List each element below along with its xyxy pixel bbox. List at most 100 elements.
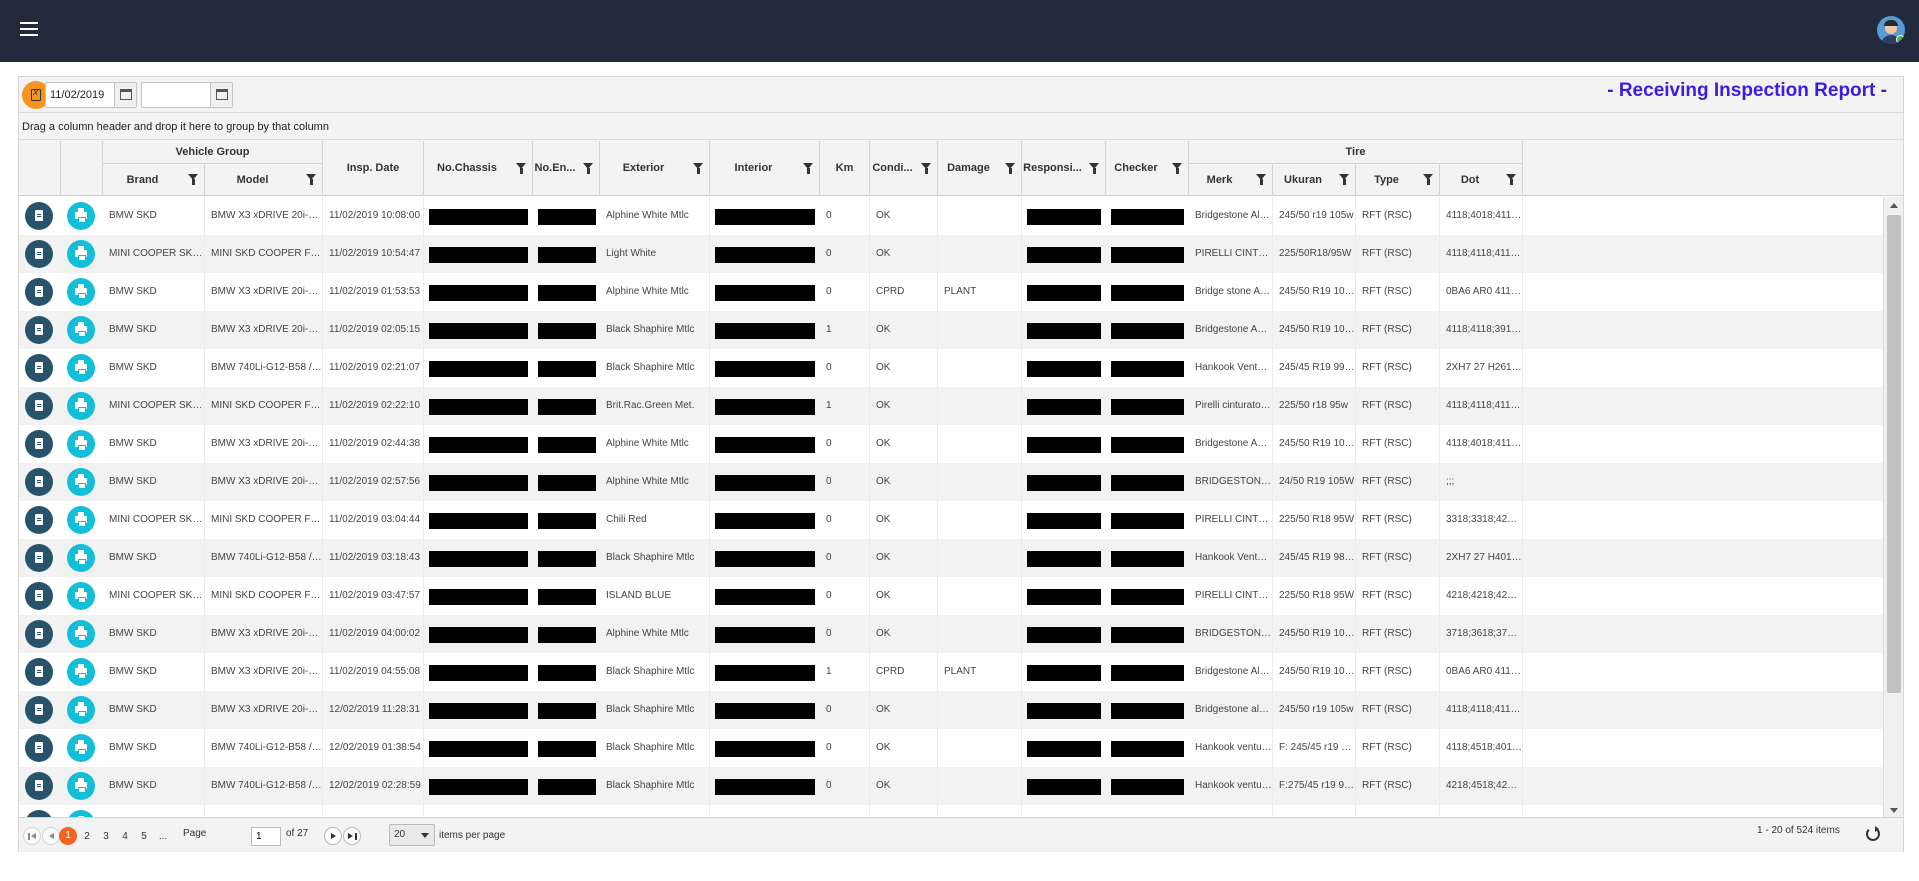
filter-icon[interactable] bbox=[921, 163, 932, 175]
print-button[interactable] bbox=[67, 582, 95, 610]
table-row[interactable]: BMW SKDBMW X3 xDRIVE 20i-G01...11/02/201… bbox=[19, 615, 1883, 653]
header-damage[interactable]: Damage bbox=[938, 141, 1022, 196]
filter-icon[interactable] bbox=[583, 163, 594, 175]
page-more[interactable]: ... bbox=[154, 828, 172, 846]
view-document-button[interactable] bbox=[25, 620, 53, 648]
header-chassis[interactable]: No.Chassis bbox=[424, 141, 533, 196]
table-row[interactable]: BMW SKD BMW 740Li-G12-B58 / 7E... 12/02/20… bbox=[19, 729, 1883, 767]
header-dot[interactable]: Dot bbox=[1440, 164, 1523, 196]
hamburger-menu-icon[interactable] bbox=[20, 22, 38, 36]
print-button[interactable] bbox=[67, 620, 95, 648]
print-button[interactable] bbox=[67, 392, 95, 420]
view-document-button[interactable] bbox=[25, 772, 53, 800]
scroll-down-icon[interactable] bbox=[1890, 808, 1898, 813]
print-button[interactable] bbox=[67, 772, 95, 800]
print-button[interactable] bbox=[67, 544, 95, 572]
date-from-calendar-button[interactable] bbox=[114, 83, 136, 107]
print-button[interactable] bbox=[67, 506, 95, 534]
user-avatar-icon[interactable] bbox=[1877, 16, 1905, 44]
header-model[interactable]: Model bbox=[205, 164, 323, 196]
header-insp-date[interactable]: Insp. Date bbox=[323, 141, 424, 196]
scroll-up-icon[interactable] bbox=[1890, 203, 1898, 208]
table-row[interactable]: BMW SKD BMW 740Li-G12-B58 / 7E... 11/02/20… bbox=[19, 349, 1883, 387]
print-button[interactable] bbox=[67, 354, 95, 382]
table-row[interactable]: BMW SKDBMW X3 xDRIVE 20i-G01...11/02/201… bbox=[19, 197, 1883, 235]
filter-icon[interactable] bbox=[516, 163, 527, 175]
date-from-input[interactable] bbox=[46, 83, 114, 107]
page-number-4[interactable]: 4 bbox=[116, 828, 134, 846]
filter-icon[interactable] bbox=[1506, 174, 1517, 186]
print-button[interactable] bbox=[67, 316, 95, 344]
filter-icon[interactable] bbox=[1339, 174, 1350, 186]
table-row[interactable]: BMW SKDBMW X3 xDRIVE 20i-G01...12/02/201… bbox=[19, 691, 1883, 729]
print-button[interactable] bbox=[67, 430, 95, 458]
last-page-button[interactable] bbox=[343, 827, 361, 845]
view-document-button[interactable] bbox=[25, 734, 53, 762]
page-number-3[interactable]: 3 bbox=[97, 828, 115, 846]
table-row[interactable]: MINI COOPER SKD 1MINI SKD COOPER F60 /..… bbox=[19, 235, 1883, 273]
header-brand[interactable]: Brand bbox=[103, 164, 205, 196]
header-interior[interactable]: Interior bbox=[710, 141, 820, 196]
date-to-calendar-button[interactable] bbox=[210, 83, 232, 107]
table-row[interactable]: BMW SKDBMW X3 xDRIVE 20i-G01...11/02/201… bbox=[19, 273, 1883, 311]
header-checker[interactable]: Checker bbox=[1106, 141, 1189, 196]
header-condition[interactable]: Condi... bbox=[870, 141, 938, 196]
print-button[interactable] bbox=[67, 696, 95, 724]
filter-icon[interactable] bbox=[693, 163, 704, 175]
table-row[interactable]: MINI COOPER SKD 1MINI SKD COOPER F60 /..… bbox=[19, 577, 1883, 615]
print-button[interactable] bbox=[67, 240, 95, 268]
refresh-icon[interactable] bbox=[1866, 826, 1880, 841]
date-to-input[interactable] bbox=[142, 83, 210, 107]
table-row[interactable] bbox=[19, 805, 1883, 817]
view-document-button[interactable] bbox=[25, 582, 53, 610]
view-document-button[interactable] bbox=[25, 202, 53, 230]
view-document-button[interactable] bbox=[25, 240, 53, 268]
view-document-button[interactable] bbox=[25, 468, 53, 496]
view-document-button[interactable] bbox=[25, 316, 53, 344]
view-document-button[interactable] bbox=[25, 544, 53, 572]
filter-icon[interactable] bbox=[1256, 174, 1267, 186]
view-document-button[interactable] bbox=[25, 392, 53, 420]
page-input[interactable] bbox=[251, 827, 281, 846]
filter-icon[interactable] bbox=[306, 174, 317, 186]
view-document-button[interactable] bbox=[25, 278, 53, 306]
view-document-button[interactable] bbox=[25, 696, 53, 724]
print-button[interactable] bbox=[67, 278, 95, 306]
scroll-thumb[interactable] bbox=[1887, 215, 1901, 693]
view-document-button[interactable] bbox=[25, 658, 53, 686]
table-row[interactable]: BMW SKDBMW X3 xDRIVE 20i-G01...11/02/201… bbox=[19, 425, 1883, 463]
prev-page-button[interactable] bbox=[42, 827, 60, 845]
page-number-5[interactable]: 5 bbox=[135, 828, 153, 846]
table-row[interactable]: BMW SKDBMW X3 xDRIVE 20i-G01...11/02/201… bbox=[19, 311, 1883, 349]
table-row[interactable]: BMW SKDBMW X3 xDRIVE 20i-G01...11/02/201… bbox=[19, 653, 1883, 691]
print-button[interactable] bbox=[67, 202, 95, 230]
first-page-button[interactable] bbox=[23, 827, 41, 845]
header-exterior[interactable]: Exterior bbox=[600, 141, 710, 196]
header-type[interactable]: Type bbox=[1356, 164, 1440, 196]
group-drop-area[interactable]: Drag a column header and drop it here to… bbox=[19, 113, 1903, 140]
page-number-1[interactable]: 1 bbox=[59, 827, 77, 845]
table-row[interactable]: MINI COOPER SKD 1MINI SKD COOPER F60 /..… bbox=[19, 387, 1883, 425]
table-row[interactable]: BMW SKDBMW X3 xDRIVE 20i-G01...11/02/201… bbox=[19, 463, 1883, 501]
filter-icon[interactable] bbox=[188, 174, 199, 186]
print-button[interactable] bbox=[67, 468, 95, 496]
vertical-scrollbar[interactable] bbox=[1883, 197, 1903, 817]
filter-icon[interactable] bbox=[1423, 174, 1434, 186]
page-number-2[interactable]: 2 bbox=[78, 828, 96, 846]
filter-icon[interactable] bbox=[803, 163, 814, 175]
header-ukuran[interactable]: Ukuran bbox=[1273, 164, 1356, 196]
print-button[interactable] bbox=[67, 734, 95, 762]
filter-icon[interactable] bbox=[1005, 163, 1016, 175]
filter-icon[interactable] bbox=[1089, 163, 1100, 175]
view-document-button[interactable] bbox=[25, 354, 53, 382]
page-size-select[interactable]: 20 bbox=[389, 824, 435, 846]
filter-icon[interactable] bbox=[1172, 163, 1183, 175]
header-km[interactable]: Km bbox=[820, 141, 870, 196]
header-engine[interactable]: No.En... bbox=[533, 141, 600, 196]
table-row[interactable]: BMW SKD BMW 740Li-G12-B58 / 7E... 11/02/20… bbox=[19, 539, 1883, 577]
print-button[interactable] bbox=[67, 810, 95, 817]
table-row[interactable]: BMW SKD BMW 740Li-G12-B58 / 7E... 12/02/20… bbox=[19, 767, 1883, 805]
print-button[interactable] bbox=[67, 658, 95, 686]
view-document-button[interactable] bbox=[25, 506, 53, 534]
next-page-button[interactable] bbox=[324, 827, 342, 845]
